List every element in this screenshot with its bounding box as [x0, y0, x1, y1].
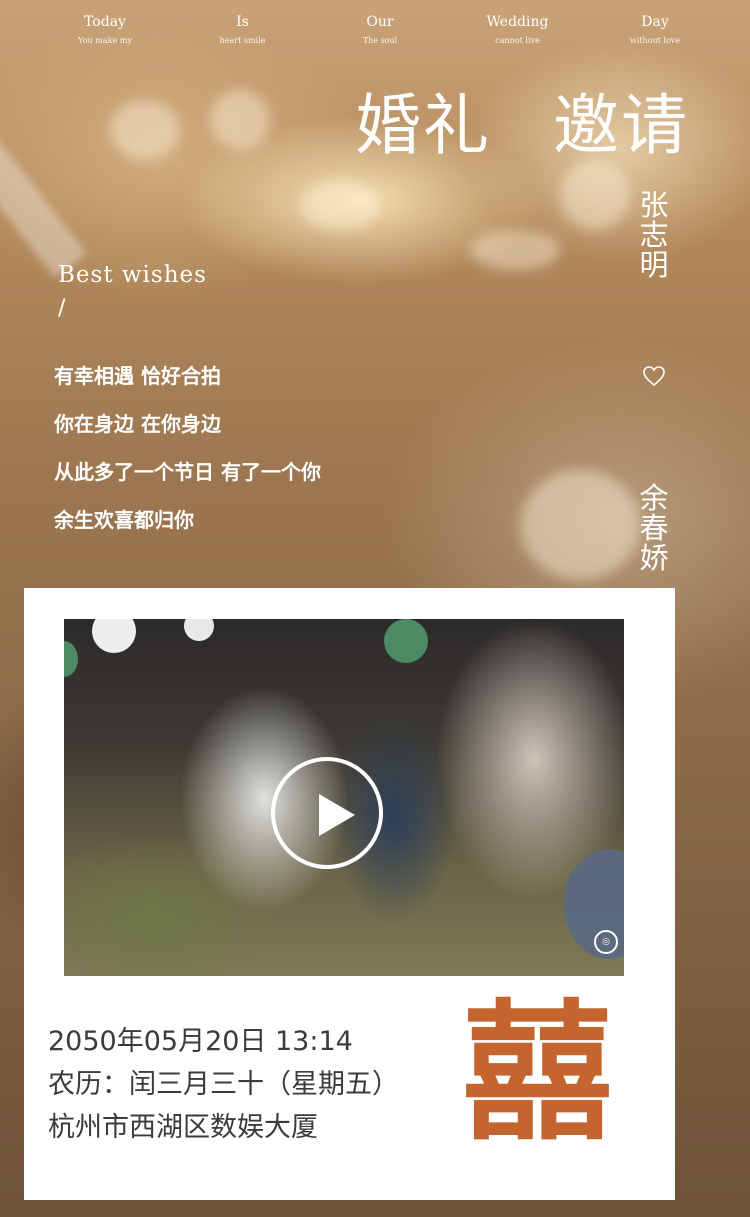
bokeh-light: [300, 180, 380, 230]
groom-name: 张志明: [639, 188, 669, 282]
invitation-card: ◎ 2050年05月20日 13:14 农历：闰三月三十（星期五） 杭州市西湖区…: [24, 588, 675, 1200]
balloon-white: [92, 619, 136, 653]
heart-icon[interactable]: [642, 364, 666, 388]
event-address: 杭州市西湖区数娱大厦: [48, 1112, 318, 1143]
slogan-sub: You make my: [78, 36, 132, 45]
poem-line: 从此多了一个节日 有了一个你: [54, 460, 321, 484]
slogan-item: Today You make my: [40, 14, 170, 45]
slogan-item: Wedding cannot live: [453, 14, 583, 45]
poem-lines: 有幸相遇 恰好合拍 你在身边 在你身边 从此多了一个节日 有了一个你 余生欢喜都…: [54, 362, 321, 554]
best-wishes-heading: Best wishes: [58, 262, 207, 288]
top-slogan-bar: Today You make my Is heart smile Our The…: [40, 14, 720, 45]
bokeh-light: [210, 90, 270, 150]
slash-divider: /: [58, 296, 66, 321]
slogan-item: Is heart smile: [178, 14, 308, 45]
bride-name: 余春娇: [639, 481, 669, 575]
slogan-word: Wedding: [486, 14, 549, 30]
event-lunar-date: 农历：闰三月三十（星期五）: [48, 1069, 399, 1100]
slogan-sub: heart smile: [219, 36, 266, 45]
event-datetime: 2050年05月20日 13:14: [48, 1026, 353, 1057]
slogan-word: Day: [641, 14, 669, 30]
slogan-sub: The soul: [362, 36, 398, 45]
poem-line: 余生欢喜都归你: [54, 508, 194, 532]
double-happiness-symbol: 囍: [462, 985, 612, 1161]
balloon-green: [64, 641, 78, 677]
invitation-title: 婚礼 邀请: [355, 72, 689, 168]
bokeh-light: [560, 160, 630, 230]
poem-line: 你在身边 在你身边: [54, 412, 221, 436]
title-part-invite: 邀请: [553, 87, 689, 164]
slogan-word: Our: [366, 14, 394, 30]
balloon-white: [184, 619, 214, 641]
play-icon[interactable]: [271, 757, 383, 869]
slogan-word: Today: [84, 14, 126, 30]
bokeh-light: [520, 470, 640, 580]
slogan-item: Day without love: [590, 14, 720, 45]
slogan-item: Our The soul: [315, 14, 445, 45]
event-details: 2050年05月20日 13:14 农历：闰三月三十（星期五） 杭州市西湖区数娱…: [48, 1020, 399, 1149]
slogan-word: Is: [236, 14, 249, 30]
bokeh-light: [470, 230, 560, 270]
balloon-green: [384, 619, 428, 663]
bokeh-light: [110, 100, 180, 160]
poem-line: 有幸相遇 恰好合拍: [54, 364, 221, 388]
wedding-video[interactable]: ◎: [64, 619, 624, 976]
slogan-sub: without love: [629, 36, 681, 45]
title-part-wedding: 婚礼: [355, 87, 491, 164]
slogan-sub: cannot live: [495, 36, 540, 45]
logo-circle-icon: ◎: [594, 930, 618, 954]
